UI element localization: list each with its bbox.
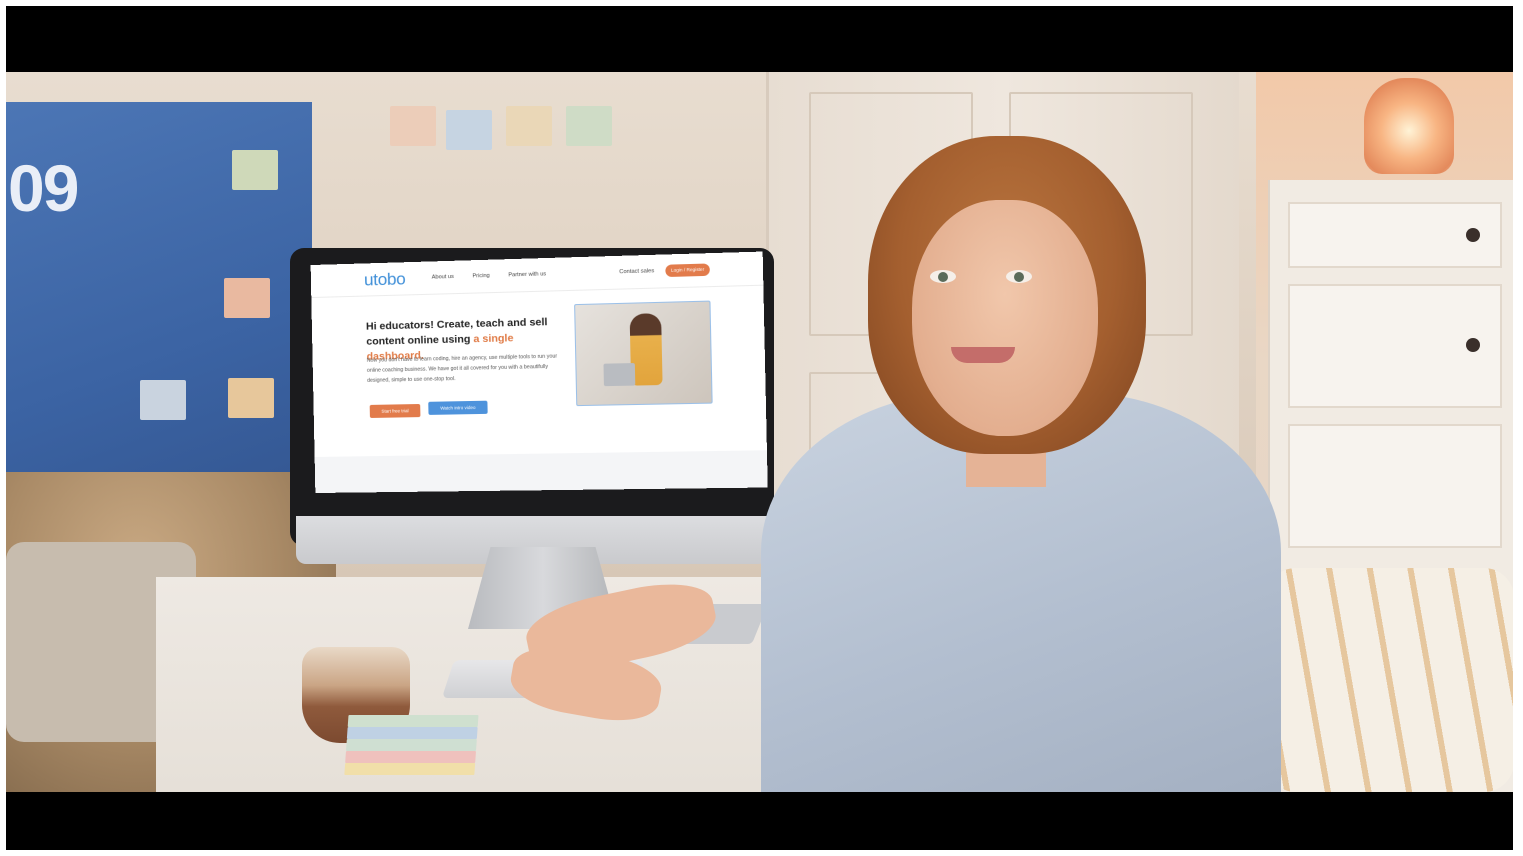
- page-lower-band: [314, 450, 768, 493]
- dresser-drawer: [1288, 284, 1502, 408]
- person-eye: [1006, 270, 1032, 283]
- start-trial-button[interactable]: Start free trial: [369, 403, 421, 418]
- sticky-note: [224, 278, 270, 318]
- note-layer: [346, 739, 477, 751]
- hero-body: Now you don't have to learn coding, hire…: [366, 353, 558, 384]
- sticky-note: [566, 106, 612, 146]
- hero-image: [574, 300, 713, 407]
- monitor-screen: utobo About us Pricing Partner with us C…: [310, 251, 768, 493]
- scene-photo: 09 utobo About us Pricing Partner with u…: [6, 72, 1513, 792]
- nav-pricing[interactable]: Pricing: [472, 273, 489, 280]
- nav-partner[interactable]: Partner with us: [508, 271, 546, 278]
- sticky-note: [506, 106, 552, 146]
- drawer-knob: [1466, 338, 1480, 352]
- striped-pillow: [1266, 568, 1513, 792]
- note-layer: [345, 751, 476, 763]
- wall-calendar-board: 09: [6, 102, 312, 522]
- person-mouth: [951, 347, 1015, 363]
- dresser-drawer: [1288, 202, 1502, 268]
- hero-image-laptop: [603, 363, 636, 387]
- person-eye: [930, 270, 956, 283]
- video-frame: 09 utobo About us Pricing Partner with u…: [6, 6, 1513, 850]
- board-number: 09: [8, 151, 79, 225]
- dresser-drawer: [1288, 424, 1502, 548]
- salt-lamp: [1364, 78, 1454, 174]
- watch-video-button[interactable]: Watch intro video: [428, 400, 488, 415]
- site-logo[interactable]: utobo: [364, 269, 406, 290]
- sticky-note: [232, 150, 278, 190]
- nav-about[interactable]: About us: [432, 274, 454, 281]
- sticky-note: [140, 380, 186, 420]
- sticky-note-stack: [343, 715, 479, 787]
- drawer-knob: [1466, 228, 1480, 242]
- note-layer: [346, 727, 478, 739]
- note-layer: [344, 763, 476, 775]
- sticky-note: [446, 110, 492, 150]
- sticky-note: [390, 106, 436, 146]
- nav-contact[interactable]: Contact sales: [619, 268, 654, 275]
- login-register-button[interactable]: Login / Register: [665, 263, 710, 278]
- person-face: [912, 200, 1098, 436]
- hero-title-main: Hi educators! Create, teach and sell con…: [365, 316, 548, 348]
- sticky-note: [228, 378, 274, 418]
- note-layer: [347, 715, 479, 727]
